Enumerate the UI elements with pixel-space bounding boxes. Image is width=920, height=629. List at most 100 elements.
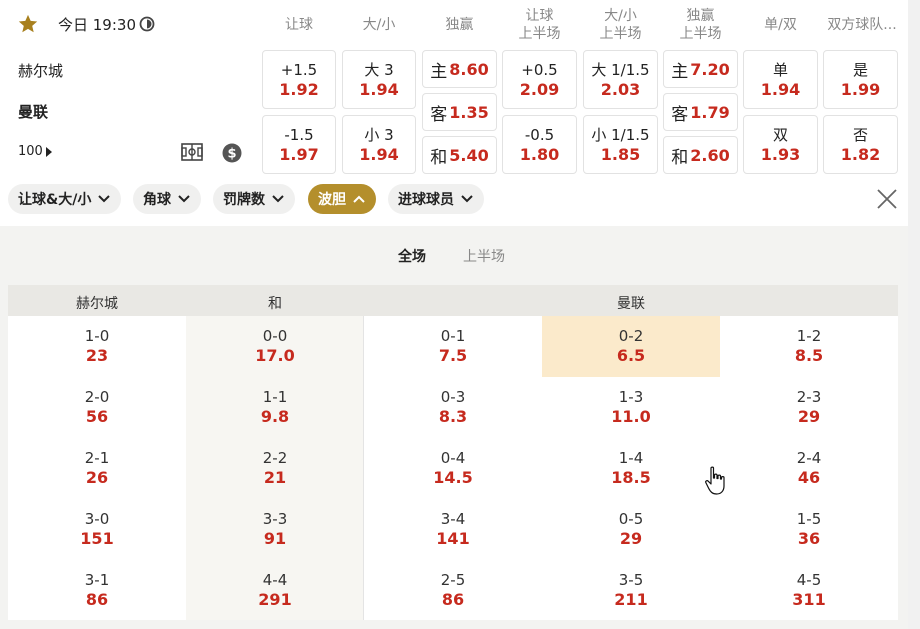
more-markets-link[interactable]: 100 xyxy=(18,144,52,159)
filter-chip-goalscorer[interactable]: 进球球员 xyxy=(388,184,484,214)
filter-chip-correct-score[interactable]: 波胆 xyxy=(308,184,376,214)
tab-full-time[interactable]: 全场 xyxy=(398,246,426,266)
score-label: 0-1 xyxy=(440,327,466,345)
score-label: 0-2 xyxy=(618,327,644,345)
column-header-moneyline: 独赢 xyxy=(445,17,474,33)
score-label: 2-4 xyxy=(796,449,822,467)
odds-moneyline-home[interactable]: 主 8.60 xyxy=(422,50,497,88)
score-cell[interactable]: 4-5 311 xyxy=(720,571,898,609)
pitch-stats-icon[interactable] xyxy=(181,143,203,161)
chevron-down-icon xyxy=(178,195,190,203)
score-cell[interactable]: 0-3 8.3 xyxy=(364,388,542,426)
score-price: 8.3 xyxy=(438,407,468,426)
score-price: 26 xyxy=(85,468,109,487)
odds-handicap-1h-home[interactable]: +0.5 2.09 xyxy=(502,50,577,109)
odds-moneyline-draw[interactable]: 和 5.40 xyxy=(422,136,497,174)
score-cell[interactable]: 3-3 91 xyxy=(186,510,364,548)
column-header-moneyline-1h: 独赢 上半场 xyxy=(679,8,722,42)
chevron-down-icon xyxy=(461,195,473,203)
hand-cursor-icon xyxy=(705,466,725,495)
score-price: 7.5 xyxy=(438,346,468,365)
chevron-up-icon xyxy=(353,195,365,203)
tab-first-half[interactable]: 上半场 xyxy=(463,246,505,266)
score-label: 0-5 xyxy=(618,510,644,528)
filter-chip-handicap-ou[interactable]: 让球&大/小 xyxy=(8,184,122,214)
score-cell[interactable]: 3-1 86 xyxy=(8,571,186,609)
odds-under[interactable]: 小 3 1.94 xyxy=(342,115,416,174)
away-team-name: 曼联 xyxy=(18,103,49,121)
filter-chip-corners[interactable]: 角球 xyxy=(133,184,201,214)
score-cell[interactable]: 1-2 8.5 xyxy=(720,327,898,365)
score-cell[interactable]: 1-0 23 xyxy=(8,327,186,365)
score-cell[interactable]: 2-5 86 xyxy=(364,571,542,609)
score-cell[interactable]: 1-1 9.8 xyxy=(186,388,364,426)
score-label: 2-3 xyxy=(796,388,822,406)
score-cell[interactable]: 3-5 211 xyxy=(542,571,720,609)
score-cell[interactable]: 0-2 6.5 xyxy=(542,327,720,365)
cash-out-icon[interactable]: $ xyxy=(222,143,242,163)
live-indicator-icon xyxy=(139,16,155,32)
header-draw: 和 xyxy=(268,296,282,312)
score-cell[interactable]: 2-4 46 xyxy=(720,449,898,487)
score-price: 23 xyxy=(85,346,109,365)
score-price: 17.0 xyxy=(255,346,295,365)
score-cell[interactable]: 4-4 291 xyxy=(186,571,364,609)
odds-moneyline-1h-home[interactable]: 主 7.20 xyxy=(663,50,738,88)
score-label: 2-1 xyxy=(84,449,110,467)
odds-handicap-away[interactable]: -1.5 1.97 xyxy=(262,115,336,174)
score-label: 4-4 xyxy=(262,571,288,589)
score-cell[interactable]: 2-0 56 xyxy=(8,388,186,426)
match-panel: 今日 19:30 赫尔城 曼联 100 $ 让球 大/小 独赢 让球 上半场 大… xyxy=(0,0,908,226)
odds-btts-yes[interactable]: 是 1.99 xyxy=(823,50,898,109)
star-favorite-icon[interactable] xyxy=(17,13,39,35)
odds-handicap-home[interactable]: +1.5 1.92 xyxy=(262,50,336,109)
score-cell[interactable]: 0-5 29 xyxy=(542,510,720,548)
score-cell[interactable]: 3-0 151 xyxy=(8,510,186,548)
score-price: 8.5 xyxy=(794,346,824,365)
odds-handicap-1h-away[interactable]: -0.5 1.80 xyxy=(502,115,577,174)
score-price: 29 xyxy=(797,407,821,426)
header-home-team: 赫尔城 xyxy=(76,296,118,312)
odds-under-1h[interactable]: 小 1/1.5 1.85 xyxy=(583,115,658,174)
odds-over-1h[interactable]: 大 1/1.5 2.03 xyxy=(583,50,658,109)
score-label: 1-1 xyxy=(262,388,288,406)
odds-over[interactable]: 大 3 1.94 xyxy=(342,50,416,109)
score-cell[interactable]: 3-4 141 xyxy=(364,510,542,548)
score-price: 291 xyxy=(258,590,292,609)
score-cell[interactable]: 2-2 21 xyxy=(186,449,364,487)
chevron-down-icon xyxy=(98,195,111,203)
score-cell[interactable]: 0-4 14.5 xyxy=(364,449,542,487)
score-cell[interactable]: 1-5 36 xyxy=(720,510,898,548)
score-price: 211 xyxy=(614,590,648,609)
svg-text:$: $ xyxy=(227,147,236,162)
score-price: 6.5 xyxy=(616,346,646,365)
score-price: 151 xyxy=(80,529,114,548)
close-icon[interactable] xyxy=(876,188,898,210)
score-cell[interactable]: 0-1 7.5 xyxy=(364,327,542,365)
score-label: 0-4 xyxy=(440,449,466,467)
column-header-over-under-1h: 大/小 上半场 xyxy=(599,8,642,42)
score-cell[interactable]: 2-1 26 xyxy=(8,449,186,487)
more-markets-count: 100 xyxy=(18,144,43,159)
filter-chip-cards[interactable]: 罚牌数 xyxy=(213,184,295,214)
odds-btts-no[interactable]: 否 1.82 xyxy=(823,115,898,174)
odds-moneyline-1h-away[interactable]: 客 1.79 xyxy=(663,93,738,131)
score-label: 1-5 xyxy=(796,510,822,528)
score-cell[interactable]: 0-0 17.0 xyxy=(186,327,364,365)
score-cell[interactable]: 1-4 18.5 xyxy=(542,449,720,487)
score-price: 14.5 xyxy=(433,468,473,487)
odds-even[interactable]: 双 1.93 xyxy=(743,115,818,174)
score-label: 3-0 xyxy=(84,510,110,528)
odds-odd[interactable]: 单 1.94 xyxy=(743,50,818,109)
column-header-handicap-1h: 让球 上半场 xyxy=(518,8,561,42)
score-cell[interactable]: 1-3 11.0 xyxy=(542,388,720,426)
score-label: 3-3 xyxy=(262,510,288,528)
odds-moneyline-away[interactable]: 客 1.35 xyxy=(422,93,497,131)
table-header: 赫尔城 和 曼联 xyxy=(8,285,898,316)
odds-moneyline-1h-draw[interactable]: 和 2.60 xyxy=(663,136,738,174)
column-header-over-under: 大/小 xyxy=(362,17,396,33)
score-label: 0-0 xyxy=(262,327,288,345)
score-price: 29 xyxy=(619,529,643,548)
score-price: 141 xyxy=(436,529,470,548)
score-cell[interactable]: 2-3 29 xyxy=(720,388,898,426)
